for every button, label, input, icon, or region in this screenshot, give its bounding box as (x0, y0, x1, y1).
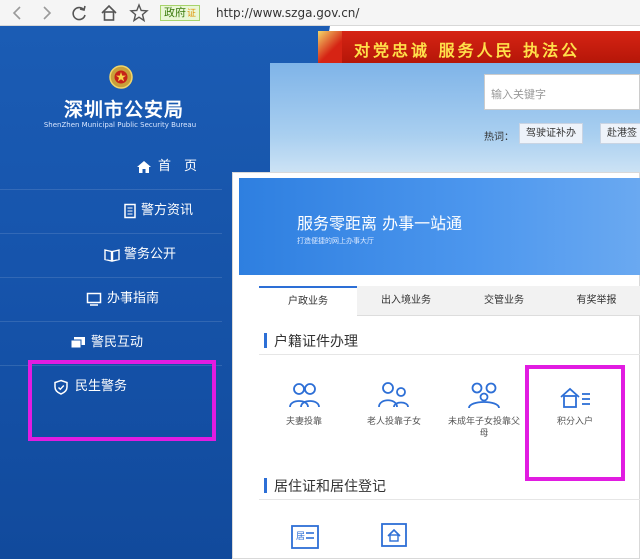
police-emblem-icon (108, 64, 134, 90)
site-name-cn: 深圳市公安局 (63, 99, 184, 121)
hot-words-label: 热词： (484, 132, 514, 143)
service-minor-child[interactable]: 未成年子女投靠父母 (446, 380, 522, 440)
service-elder[interactable]: 老人投靠子女 (356, 380, 432, 428)
book-icon (104, 247, 120, 263)
chat-icon (70, 335, 86, 351)
service-tabs: 户政业务 出入境业务 交管业务 有奖举报 (259, 286, 640, 316)
couple-icon (289, 383, 320, 408)
refresh-icon[interactable] (68, 2, 90, 24)
hero-title: 服务零距离 办事一站通 (297, 214, 463, 233)
hot-tag-driver-license[interactable]: 驾驶证补办 (519, 123, 583, 144)
badge-label: 政府 (164, 6, 186, 19)
home-icon (136, 159, 152, 175)
service-residence-register[interactable] (356, 518, 432, 554)
badge-sub: 证 (187, 9, 197, 19)
bookmark-star-icon[interactable] (128, 2, 150, 24)
section-title-household: 户籍证件办理 (264, 331, 358, 351)
section-divider (259, 354, 640, 355)
site-name-en: ShenZhen Municipal Public Security Burea… (43, 121, 197, 129)
tab-household[interactable]: 户政业务 (259, 286, 357, 316)
forward-icon[interactable] (36, 2, 58, 24)
residence-register-icon (381, 523, 407, 547)
family-icon (468, 382, 500, 409)
sidebar-item-police-news[interactable]: 警方资讯 (0, 190, 222, 234)
sidebar-item-police-affairs[interactable]: 警务公开 (0, 234, 222, 278)
svg-text:居: 居 (296, 531, 305, 542)
hot-tag-hk-visa[interactable]: 赴港签 (600, 123, 640, 144)
back-icon[interactable] (6, 2, 28, 24)
tab-traffic[interactable]: 交管业务 (455, 286, 553, 316)
hero-banner: 服务零距离 办事一站通 打造便捷的网上办事大厅 (239, 178, 640, 275)
slogan-banner: 对党忠诚 服务人民 执法公 (318, 31, 640, 63)
sidebar-item-guide[interactable]: 办事指南 (0, 278, 222, 322)
highlight-box-livelihood (28, 360, 216, 441)
section-title-residence: 居住证和居住登记 (264, 476, 386, 496)
tab-exit-entry[interactable]: 出入境业务 (357, 286, 455, 316)
search-input[interactable]: 输入关键字 (484, 74, 640, 110)
search-placeholder: 输入关键字 (491, 88, 546, 101)
sidebar-item-label: 警务公开 (124, 247, 177, 262)
browser-toolbar: 政府证 http://www.szga.gov.cn/ (0, 0, 640, 26)
sidebar-item-home[interactable]: 首 页 (0, 146, 222, 190)
service-residence-card[interactable]: 居 (266, 522, 342, 558)
service-label: 夫妻投靠 (285, 417, 322, 427)
service-label: 未成年子女投靠父母 (447, 417, 520, 439)
service-label: 老人投靠子女 (366, 417, 421, 427)
sidebar-item-label: 办事指南 (107, 291, 160, 306)
webpage: 深圳市公安局 ShenZhen Municipal Public Securit… (0, 26, 640, 559)
highlight-box-points-settlement (525, 365, 625, 481)
sidebar-item-label: 首 页 (158, 159, 198, 174)
home-icon[interactable] (98, 2, 120, 24)
monitor-icon (86, 291, 102, 307)
elder-icon (378, 382, 409, 408)
hero-subtitle: 打造便捷的网上办事大厅 (297, 237, 374, 245)
slogan-text: 对党忠诚 服务人民 执法公 (354, 41, 581, 60)
sidebar-item-label: 警方资讯 (141, 203, 194, 218)
section-divider (259, 499, 640, 500)
address-bar[interactable]: http://www.szga.gov.cn/ (216, 5, 359, 21)
tab-report[interactable]: 有奖举报 (553, 286, 640, 316)
gov-site-badge[interactable]: 政府证 (160, 5, 201, 21)
service-couple[interactable]: 夫妻投靠 (266, 380, 342, 428)
document-icon (122, 203, 138, 219)
sidebar-item-label: 警民互动 (91, 335, 144, 350)
flag-decoration (318, 31, 342, 63)
residence-card-icon: 居 (291, 525, 319, 549)
